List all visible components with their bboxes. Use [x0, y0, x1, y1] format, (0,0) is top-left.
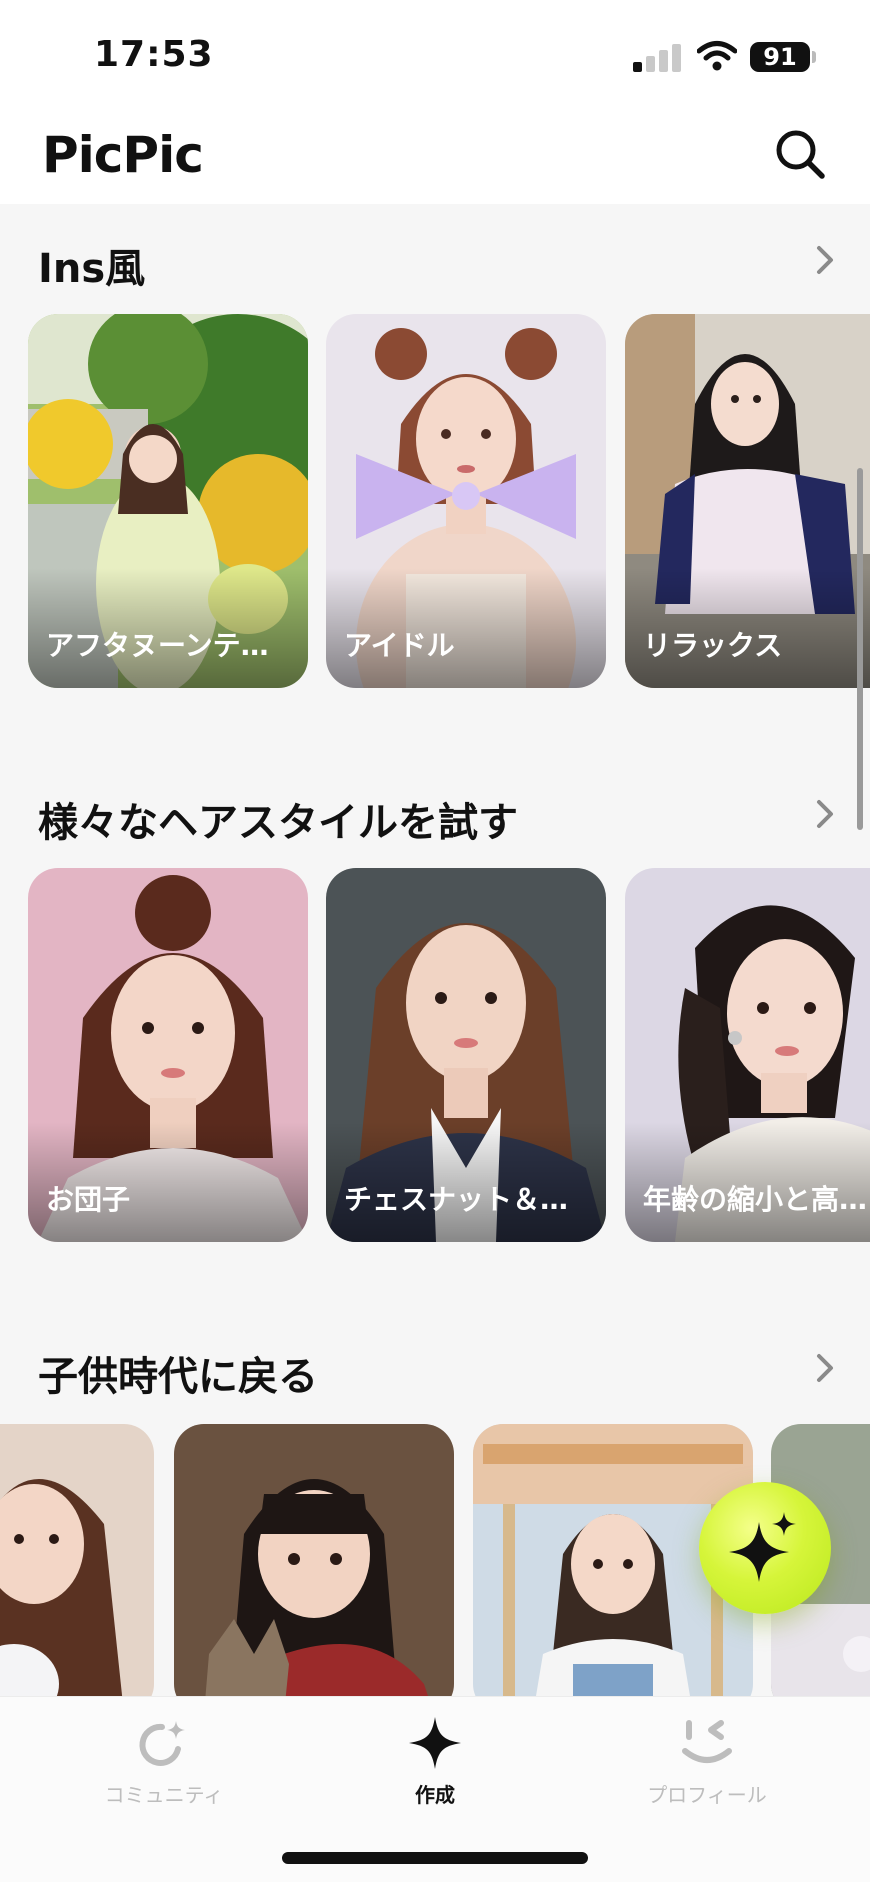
status-time: 17:53 [94, 34, 214, 75]
create-fab-button[interactable] [699, 1482, 831, 1614]
home-indicator [282, 1852, 588, 1864]
tab-label-community: コミュニティ [104, 1783, 224, 1807]
section-title-ins: Ins風 [38, 246, 146, 292]
app-header: PicPic [0, 110, 870, 204]
tab-label-profile: プロフィール [647, 1783, 767, 1807]
section-title-childhood: 子供時代に戻る [38, 1354, 318, 1400]
card-label: アイドル [344, 629, 455, 662]
tab-create[interactable]: 作成 [335, 1715, 535, 1825]
status-bar: 17:53 91 [0, 0, 870, 110]
card-label: アフタヌーンテ… [46, 629, 269, 662]
battery-level: 91 [750, 42, 810, 72]
scroll-indicator[interactable] [857, 468, 863, 830]
card-label: リラックス [643, 629, 783, 662]
style-card-idol[interactable]: アイドル [326, 314, 606, 688]
profile-icon [682, 1720, 732, 1763]
battery-tip [812, 51, 816, 63]
card-photo-childhood-1 [0, 1424, 154, 1714]
section-title-hairstyles: 様々なヘアスタイルを試す [38, 800, 518, 846]
card-photo-childhood-2 [174, 1424, 454, 1714]
style-card-age[interactable]: 年齢の縮小と高… [625, 868, 870, 1242]
screen: 17:53 91 PicPic Ins風 アフタヌーンテ… アイドル リラックス… [0, 0, 870, 1882]
style-card-bun[interactable]: お団子 [28, 868, 308, 1242]
sparkle-icon [729, 1512, 796, 1582]
chevron-right-icon[interactable] [810, 1348, 840, 1388]
card-label: 年齢の縮小と高… [643, 1183, 868, 1216]
style-card-chestnut[interactable]: チェスナット＆… [326, 868, 606, 1242]
card-label: お団子 [46, 1183, 131, 1216]
tab-label-create: 作成 [415, 1783, 455, 1807]
style-card-childhood-2[interactable] [174, 1424, 454, 1714]
search-icon[interactable] [772, 126, 828, 182]
sparkle-icon [409, 1717, 461, 1769]
tab-profile[interactable]: プロフィール [607, 1715, 807, 1825]
chevron-right-icon[interactable] [810, 240, 840, 280]
community-icon [139, 1721, 185, 1766]
style-card-afternoon-tea[interactable]: アフタヌーンテ… [28, 314, 308, 688]
app-title: PicPic [42, 126, 204, 184]
chevron-right-icon[interactable] [810, 794, 840, 834]
tab-community[interactable]: コミュニティ [64, 1715, 264, 1825]
wifi-icon [697, 41, 737, 71]
cellular-signal-icon [633, 42, 681, 72]
style-card-childhood-1[interactable] [0, 1424, 154, 1714]
card-label: チェスナット＆… [344, 1183, 569, 1216]
style-card-relax[interactable]: リラックス [625, 314, 870, 688]
